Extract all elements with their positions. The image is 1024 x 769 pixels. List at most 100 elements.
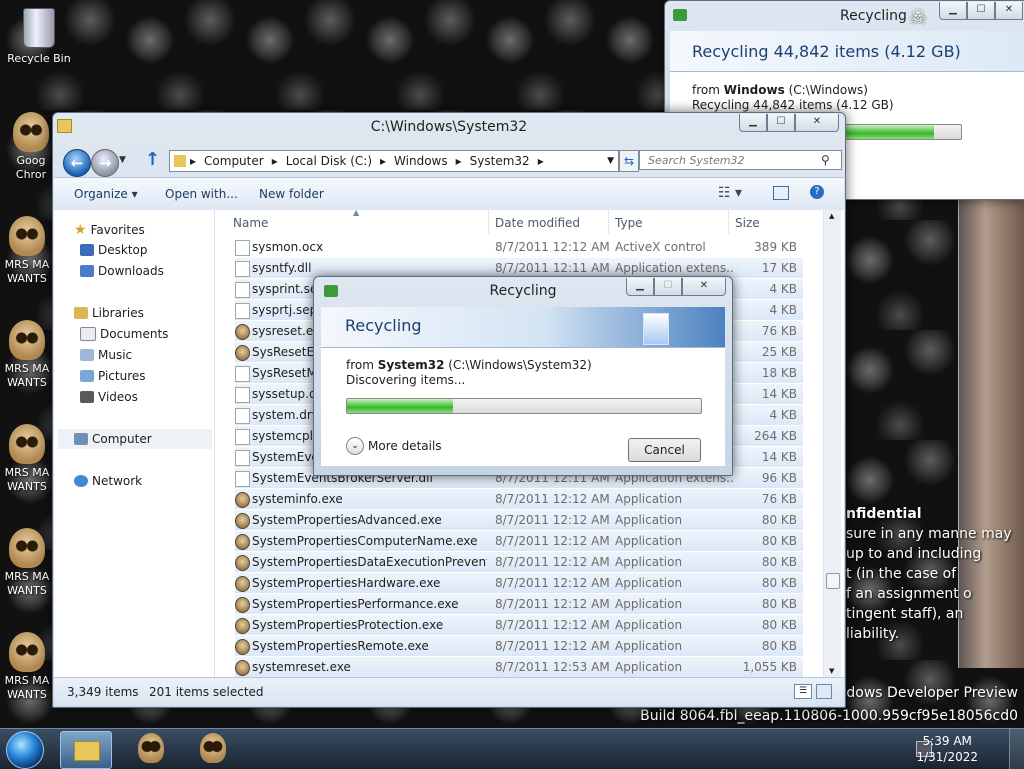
table-row[interactable]: systemreset.exe 8/7/2011 12:53 AM Applicat… xyxy=(235,657,803,677)
large-icons-view-icon[interactable] xyxy=(816,684,832,699)
skull-crossbones-icon: ☠ xyxy=(909,5,927,29)
address-bar[interactable]: ▸ Computer ▸ Local Disk (C:) ▸ Windows ▸… xyxy=(169,150,619,172)
nav-label: Computer xyxy=(92,432,152,446)
table-row[interactable]: sysmon.ocx 8/7/2011 12:12 AM ActiveX contr… xyxy=(235,237,803,257)
close-button[interactable]: ✕ xyxy=(995,2,1023,20)
table-row[interactable]: SystemPropertiesHardware.exe 8/7/2011 12:… xyxy=(235,573,803,593)
nav-label: Libraries xyxy=(92,306,144,320)
progress-fill xyxy=(347,399,454,413)
more-details-toggle[interactable]: ⌄ More details xyxy=(346,437,442,455)
show-desktop-button[interactable] xyxy=(1009,729,1024,769)
maximize-button[interactable]: ☐ xyxy=(967,2,995,20)
taskbar-item[interactable] xyxy=(124,731,174,767)
file-size: 80 KB xyxy=(761,576,797,590)
table-row[interactable]: SystemPropertiesPerformance.exe 8/7/2011 … xyxy=(235,594,803,614)
recycle-bin-icon[interactable]: Recycle Bin xyxy=(2,8,76,66)
application-icon xyxy=(235,534,250,550)
pictures-icon xyxy=(80,370,94,382)
taskbar-explorer[interactable] xyxy=(60,731,112,769)
table-row[interactable]: SystemPropertiesDataExecutionPreventio..… xyxy=(235,552,803,572)
nav-label: Desktop xyxy=(98,243,148,257)
breadcrumb-local-disk[interactable]: Local Disk (C:) xyxy=(282,154,376,168)
source-path: (C:\Windows) xyxy=(788,83,868,97)
application-icon xyxy=(235,597,250,613)
column-name[interactable]: Name xyxy=(233,216,268,230)
minimize-button[interactable]: ▁ xyxy=(939,2,967,20)
column-type[interactable]: Type xyxy=(615,216,643,230)
cancel-button[interactable]: Cancel xyxy=(628,438,701,462)
search-icon[interactable]: ⚲ xyxy=(821,153,830,167)
confidential-line: up to and including xyxy=(846,546,982,562)
file-name: SystemPropertiesComputerName.exe xyxy=(252,534,478,548)
breadcrumb-separator: ▸ xyxy=(271,154,278,168)
navigation-bar: ← → ▼ ↑ ▸ Computer ▸ Local Disk (C:) ▸ W… xyxy=(59,147,842,177)
table-row[interactable]: sysntfy.dll 8/7/2011 12:11 AM Application … xyxy=(235,258,803,278)
maximize-button[interactable]: ☐ xyxy=(654,278,682,296)
address-dropdown-icon[interactable]: ▼ xyxy=(603,156,618,166)
nav-favorites[interactable]: ★ Favorites xyxy=(74,222,145,238)
close-button[interactable]: ✕ xyxy=(682,278,726,296)
nav-network[interactable]: Network xyxy=(74,474,142,488)
file-name: systemreset.exe xyxy=(252,660,351,674)
scroll-down-icon[interactable]: ▼ xyxy=(829,667,834,675)
confidential-line: tingent staff), an xyxy=(846,606,964,622)
file-date: 8/7/2011 12:12 AM xyxy=(495,555,610,569)
up-arrow-icon[interactable]: ↑ xyxy=(145,149,160,170)
skull-icon xyxy=(138,733,164,763)
new-folder-button[interactable]: New folder xyxy=(259,187,324,201)
help-icon[interactable]: ? xyxy=(810,185,824,199)
preview-pane-icon[interactable] xyxy=(773,186,789,200)
minimize-button[interactable]: ▁ xyxy=(739,114,767,132)
file-size: 80 KB xyxy=(761,639,797,653)
progress-bar xyxy=(346,398,702,414)
scroll-up-icon[interactable]: ▲ xyxy=(829,212,834,220)
forward-button[interactable]: → xyxy=(91,149,119,177)
nav-pictures[interactable]: Pictures xyxy=(80,369,146,383)
file-name: sysntfy.dll xyxy=(252,261,312,275)
nav-downloads[interactable]: Downloads xyxy=(80,264,164,278)
nav-computer[interactable]: Computer xyxy=(74,432,152,446)
vertical-scrollbar[interactable]: ▲ ▼ xyxy=(823,210,841,677)
nav-music[interactable]: Music xyxy=(80,348,132,362)
file-icon xyxy=(235,282,250,298)
file-date: 8/7/2011 12:12 AM xyxy=(495,618,610,632)
start-button[interactable] xyxy=(6,731,44,769)
skull-icon xyxy=(9,320,45,360)
clock[interactable]: 5:39 AM 1/31/2022 xyxy=(916,733,978,765)
column-date[interactable]: Date modified xyxy=(495,216,580,230)
file-name: SystemPropertiesDataExecutionPreventio..… xyxy=(252,555,487,569)
taskbar-item[interactable] xyxy=(186,731,236,767)
nav-libraries[interactable]: Libraries xyxy=(74,306,144,320)
maximize-button[interactable]: ☐ xyxy=(767,114,795,132)
search-input[interactable]: Search System32 xyxy=(639,150,842,170)
minimize-button[interactable]: ▁ xyxy=(626,278,654,296)
details-view-icon[interactable]: ☰ xyxy=(794,684,812,699)
table-row[interactable]: SystemPropertiesProtection.exe 8/7/2011 1… xyxy=(235,615,803,635)
nav-documents[interactable]: Documents xyxy=(80,327,168,341)
open-with-button[interactable]: Open with... xyxy=(165,187,238,201)
history-dropdown-icon[interactable]: ▼ xyxy=(119,155,126,165)
column-size[interactable]: Size xyxy=(735,216,760,230)
star-icon: ★ xyxy=(74,222,87,238)
table-row[interactable]: SystemPropertiesComputerName.exe 8/7/2011… xyxy=(235,531,803,551)
table-row[interactable]: SystemPropertiesAdvanced.exe 8/7/2011 12:… xyxy=(235,510,803,530)
breadcrumb-computer[interactable]: Computer xyxy=(200,154,268,168)
close-button[interactable]: ✕ xyxy=(795,114,839,132)
breadcrumb-system32[interactable]: System32 xyxy=(466,154,534,168)
skull-icon xyxy=(200,733,226,763)
breadcrumb-separator: ▸ xyxy=(537,154,544,168)
desktop-icon-label: Recycle Bin xyxy=(7,52,71,65)
table-row[interactable]: systeminfo.exe 8/7/2011 12:12 AM Applicati… xyxy=(235,489,803,509)
table-row[interactable]: SystemPropertiesRemote.exe 8/7/2011 12:12… xyxy=(235,636,803,656)
file-date: 8/7/2011 12:12 AM xyxy=(495,639,610,653)
nav-videos[interactable]: Videos xyxy=(80,390,138,404)
breadcrumb-windows[interactable]: Windows xyxy=(390,154,452,168)
scrollbar-thumb[interactable] xyxy=(826,573,840,589)
back-button[interactable]: ← xyxy=(63,149,91,177)
desktop-icon-label: MRS MA WANTS xyxy=(4,258,50,285)
organize-button[interactable]: Organize ▾ xyxy=(74,187,138,201)
refresh-icon[interactable]: ⇆ xyxy=(619,150,639,172)
nav-desktop[interactable]: Desktop xyxy=(80,243,148,257)
views-icon[interactable]: ☷ ▾ xyxy=(718,185,742,201)
skull-icon xyxy=(9,528,45,568)
